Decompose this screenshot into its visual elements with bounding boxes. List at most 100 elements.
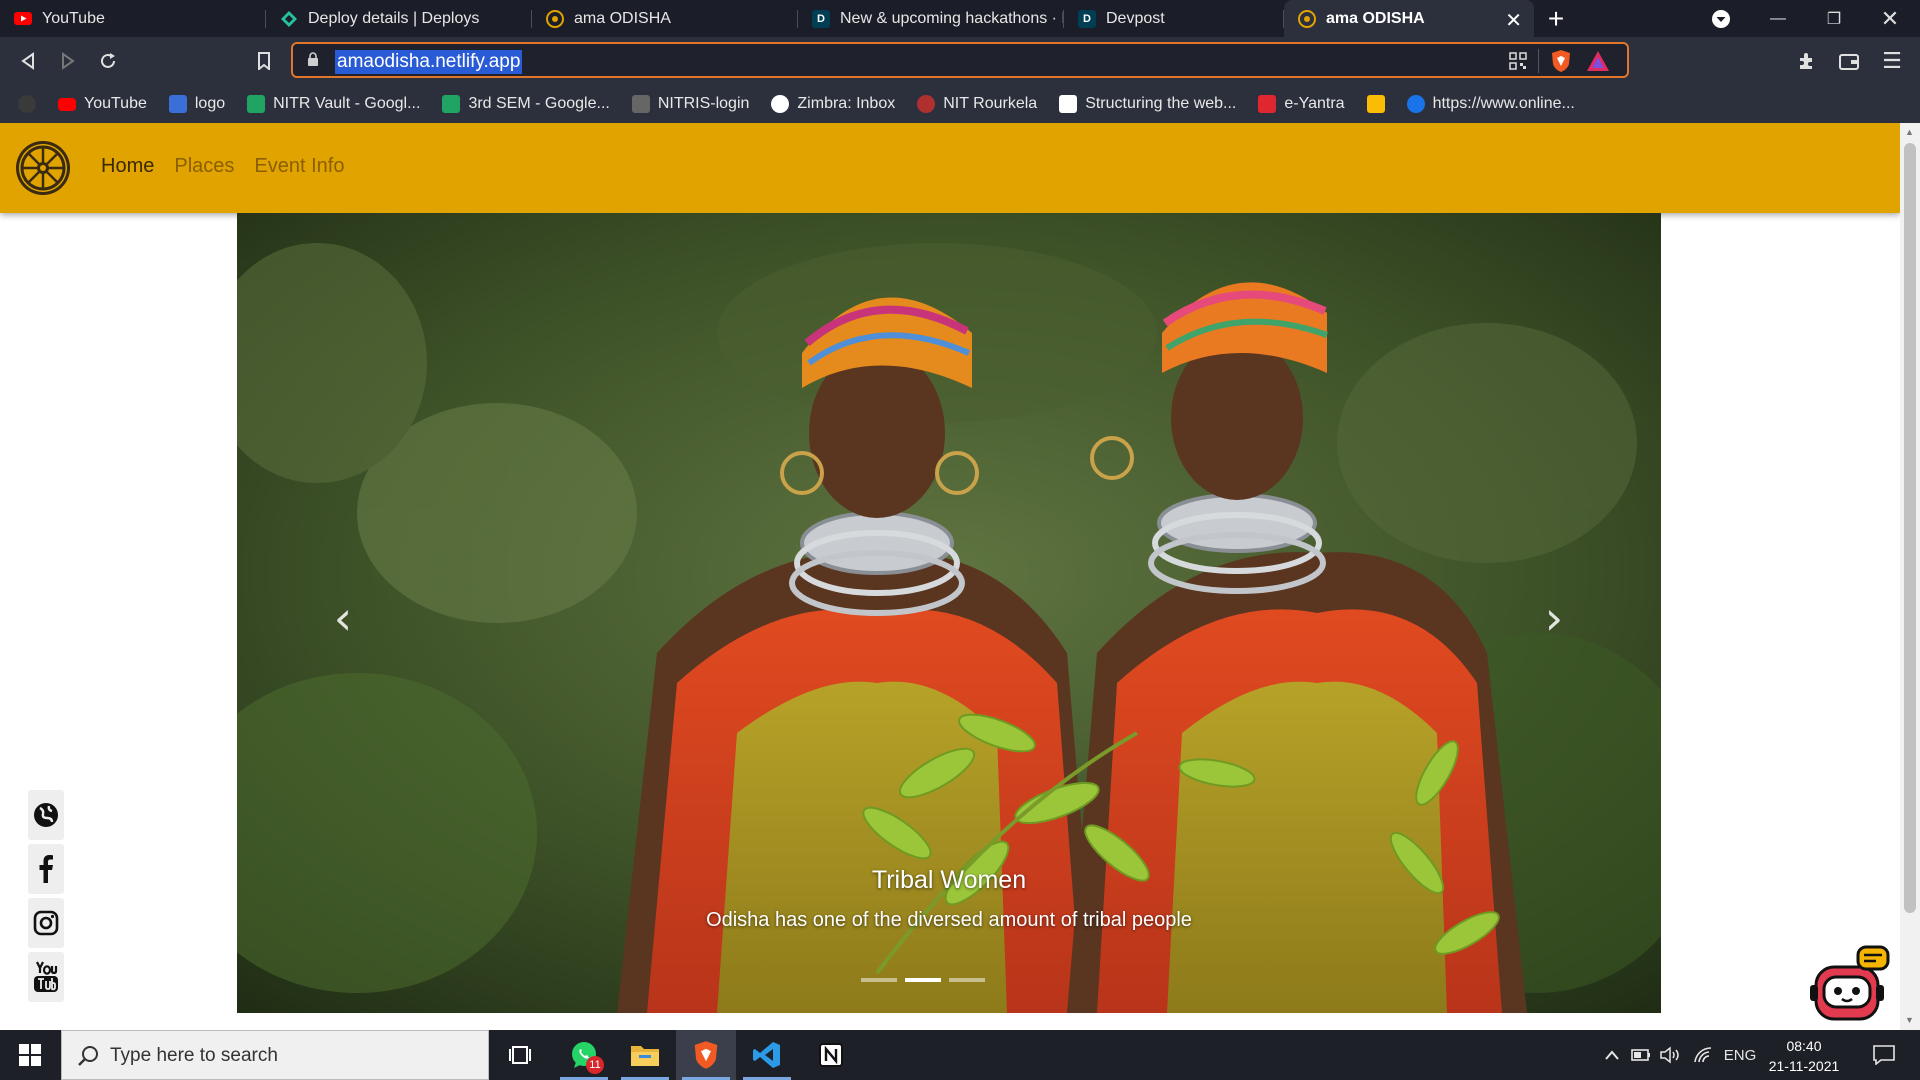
show-hidden-icons-button[interactable]	[1600, 1030, 1624, 1080]
volume-button[interactable]	[1658, 1030, 1684, 1080]
youtube-link[interactable]	[28, 952, 64, 1002]
bookmark-icon	[258, 52, 270, 70]
site-nav-links: Home Places Event Info	[101, 155, 344, 178]
battery-icon	[1631, 1049, 1650, 1061]
bookmark-label: Structuring the web...	[1085, 95, 1237, 112]
browser-tab[interactable]: D New & upcoming hackathons · D	[798, 0, 1064, 37]
chatbot-icon[interactable]	[1810, 945, 1890, 1025]
konark-wheel-logo[interactable]	[14, 139, 72, 197]
language-indicator[interactable]: ENG	[1720, 1030, 1760, 1080]
site-navbar: Home Places Event Info	[0, 123, 1900, 213]
file-explorer-taskbar-button[interactable]	[615, 1030, 675, 1080]
freecodecamp-icon	[1059, 95, 1078, 113]
taskbar-search-box[interactable]: Type here to search	[61, 1030, 489, 1080]
scroll-up-arrow-icon[interactable]: ▲	[1905, 127, 1914, 137]
tab-title: ama ODISHA	[574, 9, 671, 27]
bookmark-page-button[interactable]	[250, 47, 278, 75]
whatsapp-taskbar-button[interactable]: 11	[554, 1030, 614, 1080]
start-button[interactable]	[0, 1030, 60, 1080]
forward-arrow-icon	[62, 52, 75, 70]
bookmark-item[interactable]: https://www.online...	[1406, 95, 1575, 113]
wifi-icon	[1694, 1047, 1712, 1063]
task-view-button[interactable]	[490, 1030, 550, 1080]
system-clock[interactable]: 08:40 21-11-2021	[1762, 1036, 1846, 1076]
youtube-icon	[58, 97, 76, 111]
brave-taskbar-button[interactable]	[676, 1030, 736, 1080]
new-tab-button[interactable]: +	[1534, 0, 1578, 37]
carousel-indicator[interactable]	[949, 978, 985, 982]
instagram-icon	[33, 910, 59, 936]
back-button[interactable]	[14, 47, 42, 75]
instagram-link[interactable]	[28, 898, 64, 948]
bookmark-item[interactable]: logo	[168, 95, 225, 113]
browser-tab[interactable]: YouTube	[0, 0, 266, 37]
carousel-indicator-active[interactable]	[905, 978, 941, 982]
carousel-prev-button[interactable]: ‹	[323, 591, 363, 645]
info-circle-icon	[1406, 95, 1425, 113]
site-logo-icon	[1298, 9, 1316, 28]
reload-icon	[101, 53, 115, 68]
globe-link[interactable]	[28, 790, 64, 840]
battery-button[interactable]	[1628, 1030, 1654, 1080]
restore-button[interactable]: ❐	[1806, 0, 1862, 37]
brave-rewards-icon[interactable]	[1586, 50, 1610, 77]
extensions-icon[interactable]	[1795, 49, 1819, 73]
close-tab-icon[interactable]: ✕	[1505, 8, 1522, 33]
bookmark-item[interactable]: Structuring the web...	[1059, 95, 1236, 113]
bookmark-item[interactable]: YouTube	[58, 95, 147, 113]
browser-tab-active[interactable]: ama ODISHA ✕	[1284, 0, 1534, 37]
brave-shields-icon[interactable]	[1550, 49, 1572, 78]
netlify-icon	[280, 10, 298, 28]
youtube-icon	[14, 10, 32, 28]
carousel-indicator[interactable]	[861, 978, 897, 982]
close-window-button[interactable]: ✕	[1862, 0, 1918, 37]
bookmark-item[interactable]: NITRIS-login	[631, 95, 749, 113]
address-bar[interactable]: amaodisha.netlify.app	[291, 42, 1629, 78]
url-text[interactable]: amaodisha.netlify.app	[335, 50, 523, 74]
bookmark-item[interactable]: 3rd SEM - Google...	[442, 95, 610, 113]
scroll-down-arrow-icon[interactable]: ▼	[1905, 1015, 1914, 1025]
browser-tab[interactable]: Deploy details | Deploys	[266, 0, 532, 37]
bookmark-item[interactable]: NITR Vault - Googl...	[247, 95, 420, 113]
omnibox-divider	[1538, 49, 1539, 73]
reload-button[interactable]	[94, 47, 122, 75]
back-arrow-icon	[21, 52, 34, 70]
notion-taskbar-button[interactable]	[801, 1030, 861, 1080]
page-scrollbar[interactable]: ▲ ▼	[1900, 123, 1920, 1030]
nav-event-info[interactable]: Event Info	[254, 155, 344, 178]
windows-taskbar: Type here to search 11 ENG 08:40 21-11-2…	[0, 1030, 1920, 1080]
menu-icon[interactable]: ☰	[1880, 48, 1904, 73]
bookmarks-bar: YouTube logo NITR Vault - Googl... 3rd SEM …	[0, 85, 1920, 123]
bookmark-item[interactable]	[18, 95, 36, 113]
tab-title: New & upcoming hackathons · D	[840, 9, 1064, 27]
search-icon	[78, 1046, 98, 1066]
tab-title: Devpost	[1106, 9, 1165, 27]
notification-badge: 11	[586, 1056, 604, 1074]
wallet-icon[interactable]	[1837, 49, 1861, 73]
notifications-icon	[1873, 1045, 1895, 1065]
bookmark-label: YouTube	[84, 95, 147, 112]
minimize-button[interactable]: —	[1750, 0, 1806, 37]
nav-home[interactable]: Home	[101, 155, 154, 178]
bookmark-item[interactable]: Zimbra: Inbox	[771, 95, 895, 113]
bookmark-label: NITR Vault - Googl...	[273, 95, 421, 112]
lock-icon	[308, 52, 318, 66]
vscode-taskbar-button[interactable]	[737, 1030, 797, 1080]
zimbra-icon	[771, 95, 790, 113]
bookmark-item[interactable]: NIT Rourkela	[917, 95, 1037, 113]
facebook-link[interactable]	[28, 844, 64, 894]
bookmark-label: e-Yantra	[1284, 95, 1345, 112]
network-button[interactable]	[1690, 1030, 1716, 1080]
qr-code-icon[interactable]	[1508, 51, 1528, 76]
action-center-button[interactable]	[1864, 1030, 1904, 1080]
forward-button[interactable]	[54, 47, 82, 75]
tab-title: YouTube	[42, 9, 105, 27]
carousel-next-button[interactable]: ›	[1534, 591, 1574, 645]
scrollbar-thumb[interactable]	[1904, 143, 1916, 913]
bookmark-item[interactable]: e-Yantra	[1258, 95, 1345, 113]
nav-places[interactable]: Places	[174, 155, 234, 178]
bookmark-item[interactable]	[1366, 95, 1385, 113]
browser-tab[interactable]: D Devpost	[1064, 0, 1284, 37]
browser-tab[interactable]: ama ODISHA	[532, 0, 798, 37]
tab-search-button[interactable]	[1693, 0, 1749, 37]
